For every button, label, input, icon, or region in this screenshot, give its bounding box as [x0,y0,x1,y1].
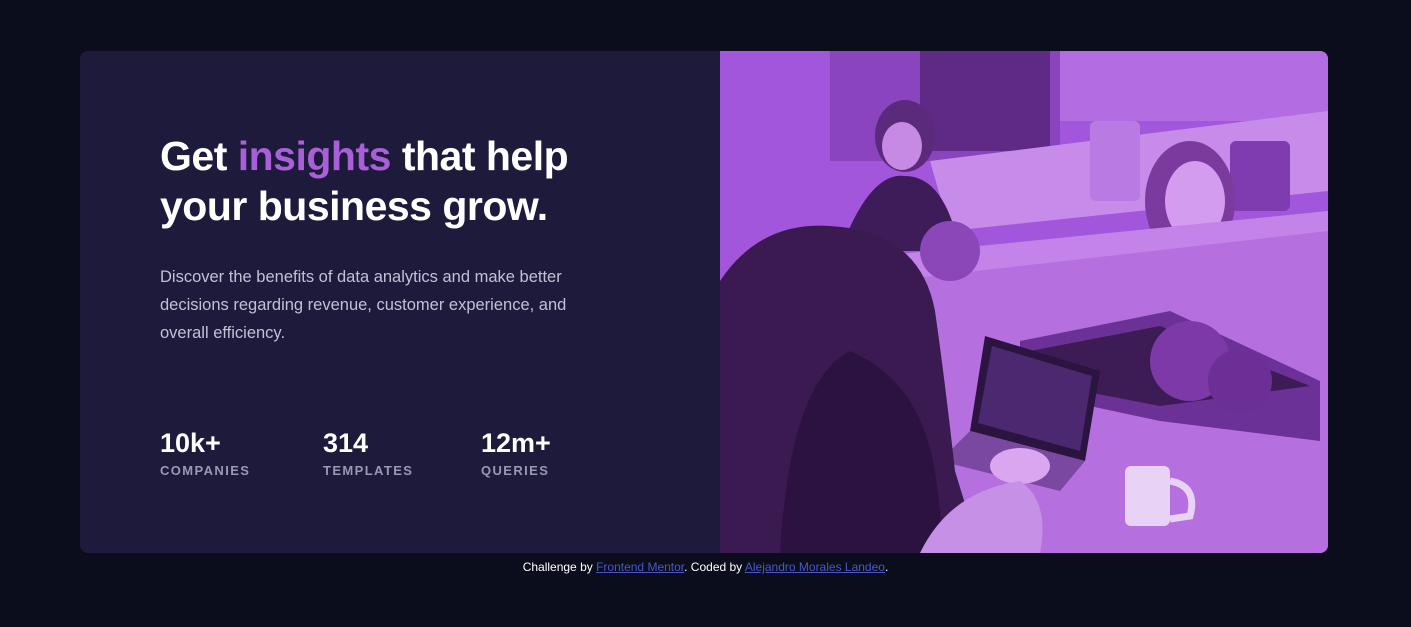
attribution-suffix: . [884,560,889,574]
stat-queries: 12m+ QUERIES [481,427,601,478]
stat-companies: 10k+ COMPANIES [160,427,323,478]
stat-value: 10k+ [160,428,221,458]
stat-value: 12m+ [481,428,551,458]
headline-part1: Get [160,133,238,179]
header-image [720,51,1328,553]
stat-label: COMPANIES [160,463,251,478]
stats-preview-card: Get insights that help your business gro… [80,51,1328,553]
headline: Get insights that help your business gro… [160,131,620,231]
stat-label: TEMPLATES [323,463,414,478]
author-link[interactable]: Alejandro Morales Landeo [745,560,885,574]
attribution-middle: . Coded by [684,560,745,574]
stat-value: 314 [323,428,369,458]
office-scene-illustration [720,51,1328,553]
stat-label: QUERIES [481,463,550,478]
attribution: Challenge by Frontend Mentor. Coded by A… [0,559,1411,575]
stat-templates: 314 TEMPLATES [323,427,481,478]
card-content: Get insights that help your business gro… [160,131,620,347]
description: Discover the benefits of data analytics … [160,268,567,342]
frontend-mentor-link[interactable]: Frontend Mentor [596,560,684,574]
attribution-prefix: Challenge by [522,560,597,574]
headline-accent: insights [237,133,392,179]
stats-row: 10k+ COMPANIES 314 TEMPLATES 12m+ QUERIE… [160,427,601,478]
